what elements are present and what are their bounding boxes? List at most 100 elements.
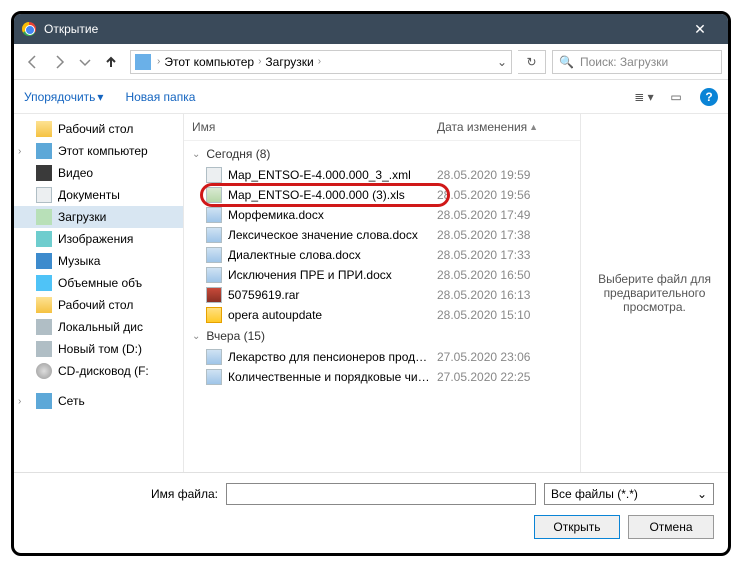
file-row[interactable]: Лекарство для пенсионеров продали в ...2… [184, 347, 580, 367]
file-date: 28.05.2020 17:33 [437, 248, 572, 262]
i-disk-icon [36, 319, 52, 335]
file-icon [206, 187, 222, 203]
breadcrumb-item[interactable]: Загрузки [265, 55, 313, 69]
expand-icon[interactable]: › [18, 396, 21, 407]
preview-pane-button[interactable]: ▭ [662, 85, 690, 109]
sidebar-item[interactable]: Рабочий стол [14, 294, 183, 316]
sidebar-item[interactable]: Рабочий стол [14, 118, 183, 140]
sidebar-item[interactable]: › Сеть [14, 390, 183, 412]
file-row[interactable]: Map_ENTSO-E-4.000.000 (3).xls28.05.2020 … [184, 185, 580, 205]
file-group-header[interactable]: ⌄Вчера (15) [184, 325, 580, 347]
file-name: Морфемика.docx [228, 208, 431, 222]
chevron-down-icon: ▾ [97, 90, 103, 104]
sidebar-item[interactable]: Документы [14, 184, 183, 206]
i-3d-icon [36, 275, 52, 291]
column-date[interactable]: Дата изменения ▲ [437, 120, 572, 134]
sidebar-item-label: Загрузки [58, 210, 106, 224]
nav-up-button[interactable] [98, 49, 124, 75]
file-row[interactable]: Исключения ПРЕ и ПРИ.docx28.05.2020 16:5… [184, 265, 580, 285]
sidebar-item[interactable]: › Этот компьютер [14, 140, 183, 162]
file-date: 28.05.2020 16:50 [437, 268, 572, 282]
sidebar-item-label: Рабочий стол [58, 122, 133, 136]
file-row[interactable]: Лексическое значение слова.docx28.05.202… [184, 225, 580, 245]
chevron-down-icon: ⌄ [192, 331, 200, 342]
i-net-icon [36, 393, 52, 409]
sidebar-item-label: CD-дисковод (F: [58, 364, 149, 378]
file-row[interactable]: opera autoupdate28.05.2020 15:10 [184, 305, 580, 325]
sidebar-item[interactable]: Локальный дис [14, 316, 183, 338]
sidebar-item-label: Этот компьютер [58, 144, 148, 158]
pc-icon [135, 54, 151, 70]
sidebar-item[interactable]: CD-дисковод (F: [14, 360, 183, 382]
bottom-panel: Имя файла: Все файлы (*.*) ⌄ Открыть Отм… [14, 473, 728, 553]
search-input[interactable]: 🔍 Поиск: Загрузки [552, 50, 722, 74]
open-button[interactable]: Открыть [534, 515, 620, 539]
file-date: 28.05.2020 17:49 [437, 208, 572, 222]
file-date: 27.05.2020 22:25 [437, 370, 572, 384]
i-down-icon [36, 209, 52, 225]
sidebar[interactable]: Рабочий стол › Этот компьютер ВидеоДокумент… [14, 114, 184, 472]
sidebar-item[interactable]: Загрузки [14, 206, 183, 228]
i-img-icon [36, 231, 52, 247]
expand-icon[interactable]: › [18, 146, 21, 157]
file-name: Лекарство для пенсионеров продали в ... [228, 350, 431, 364]
toolbar: Упорядочить ▾ Новая папка ≣ ▾ ▭ ? [14, 80, 728, 114]
breadcrumb[interactable]: › Этот компьютер › Загрузки › ⌄ [130, 50, 512, 74]
sidebar-item-label: Локальный дис [58, 320, 143, 334]
sidebar-item[interactable]: Музыка [14, 250, 183, 272]
file-row[interactable]: Морфемика.docx 28.05.2020 17:49 [184, 205, 580, 225]
organize-menu[interactable]: Упорядочить ▾ [24, 90, 103, 104]
nav-back-button[interactable] [20, 49, 46, 75]
file-name: Map_ENTSO-E-4.000.000_3_.xml [228, 168, 431, 182]
breadcrumb-item[interactable]: Этот компьютер [164, 55, 254, 69]
file-name: 50759619.rar [228, 288, 431, 302]
view-options-button[interactable]: ≣ ▾ [630, 85, 658, 109]
file-name: Лексическое значение слова.docx [228, 228, 431, 242]
chevron-right-icon: › [256, 56, 263, 67]
window-title: Открытие [44, 22, 680, 36]
i-doc-icon [36, 187, 52, 203]
sidebar-item[interactable]: Новый том (D:) [14, 338, 183, 360]
sidebar-item-label: Сеть [58, 394, 85, 408]
file-row[interactable]: 50759619.rar 28.05.2020 16:13 [184, 285, 580, 305]
filetype-filter[interactable]: Все файлы (*.*) ⌄ [544, 483, 714, 505]
refresh-button[interactable]: ↻ [518, 50, 546, 74]
column-name[interactable]: Имя [192, 120, 437, 134]
file-name: opera autoupdate [228, 308, 431, 322]
i-desktop-icon [36, 297, 52, 313]
column-headers: Имя Дата изменения ▲ [184, 114, 580, 141]
cancel-button[interactable]: Отмена [628, 515, 714, 539]
chevron-down-icon: ⌄ [697, 487, 707, 501]
file-group-header[interactable]: ⌄Сегодня (8) [184, 143, 580, 165]
file-row[interactable]: Диалектные слова.docx 28.05.2020 17:33 [184, 245, 580, 265]
search-icon: 🔍 [559, 55, 574, 69]
search-placeholder: Поиск: Загрузки [580, 55, 668, 69]
main-area: Рабочий стол › Этот компьютер ВидеоДокумент… [14, 114, 728, 473]
new-folder-button[interactable]: Новая папка [125, 90, 195, 104]
i-cd-icon [36, 363, 52, 379]
file-list-body[interactable]: ⌄Сегодня (8)Map_ENTSO-E-4.000.000_3_.xml… [184, 141, 580, 472]
sidebar-item-label: Музыка [58, 254, 100, 268]
file-date: 28.05.2020 16:13 [437, 288, 572, 302]
chevron-down-icon[interactable]: ⌄ [497, 55, 507, 69]
help-button[interactable]: ? [700, 88, 718, 106]
filename-input[interactable] [226, 483, 536, 505]
nav-recent-button[interactable] [72, 49, 98, 75]
i-pc-icon [36, 143, 52, 159]
file-icon [206, 349, 222, 365]
file-icon [206, 207, 222, 223]
file-row[interactable]: Map_ENTSO-E-4.000.000_3_.xml28.05.2020 1… [184, 165, 580, 185]
filename-label: Имя файла: [28, 487, 218, 501]
chrome-icon [22, 22, 36, 36]
sidebar-item[interactable]: Объемные объ [14, 272, 183, 294]
chevron-down-icon: ⌄ [192, 149, 200, 160]
sidebar-item[interactable]: Видео [14, 162, 183, 184]
sidebar-item[interactable]: Изображения [14, 228, 183, 250]
file-name: Диалектные слова.docx [228, 248, 431, 262]
file-row[interactable]: Количественные и порядковые числит...27.… [184, 367, 580, 387]
nav-forward-button[interactable] [46, 49, 72, 75]
close-button[interactable]: ✕ [680, 21, 720, 38]
sidebar-item-label: Новый том (D:) [58, 342, 142, 356]
chevron-right-icon: › [316, 56, 323, 67]
sort-arrow-icon: ▲ [529, 122, 538, 132]
